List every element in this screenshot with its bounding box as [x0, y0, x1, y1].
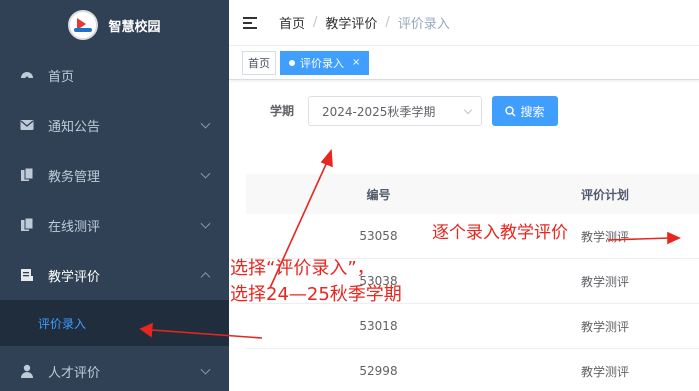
sidebar-item-online-test[interactable]: 在线测评	[0, 200, 229, 250]
sidebar-item-label: 教学评价	[48, 269, 101, 285]
chevron-up-icon	[200, 272, 211, 283]
breadcrumb-separator: /	[313, 15, 318, 30]
cell-id: 52998	[359, 364, 398, 378]
semester-value: 2024-2025秋季学期	[322, 104, 436, 119]
close-icon[interactable]: ×	[352, 57, 360, 68]
app-root: 智慧校园 首页 通知公告 教务管理 在线测评 教学评价 评价录入 人才评价 首页…	[0, 0, 699, 391]
sidebar-item-label: 通知公告	[48, 119, 101, 135]
sidebar-item-label: 在线测评	[48, 219, 101, 235]
brand[interactable]: 智慧校园	[0, 0, 229, 50]
chevron-down-icon	[463, 105, 473, 115]
annotation-select: 选择“评价录入”， 选择24—25秋季学期	[230, 256, 402, 308]
annotation-entry: 逐个录入教学评价	[432, 223, 568, 243]
cell-plan: 教学测评	[580, 364, 629, 379]
chevron-down-icon	[200, 218, 211, 229]
search-button[interactable]: 搜索	[492, 96, 558, 126]
semester-label: 学期	[270, 104, 295, 118]
breadcrumb-teaching-eval[interactable]: 教学评价	[325, 13, 377, 32]
document-icon	[20, 218, 34, 232]
tag-label: 评价录入	[300, 56, 344, 70]
hamburger-icon[interactable]	[243, 16, 259, 30]
table-row[interactable]: 52998 教学测评	[246, 349, 699, 391]
search-icon	[505, 105, 516, 116]
chevron-down-icon	[200, 364, 211, 375]
column-header-id: 编号	[366, 187, 391, 202]
breadcrumb-home[interactable]: 首页	[279, 13, 305, 32]
annotation-line: 选择24—25秋季学期	[230, 284, 402, 305]
sidebar-item-label: 首页	[48, 69, 75, 85]
sidebar-subitem-eval-entry[interactable]: 评价录入	[0, 300, 229, 346]
sidebar-item-academic[interactable]: 教务管理	[0, 150, 229, 200]
tag-home[interactable]: 首页	[242, 50, 276, 75]
chevron-down-icon	[200, 118, 211, 129]
table-row[interactable]: 53018 教学测评	[246, 304, 699, 349]
sidebar-item-talent-eval[interactable]: 人才评价	[0, 346, 229, 391]
cell-plan: 教学测评	[580, 319, 629, 334]
column-header-plan: 评价计划	[580, 187, 629, 202]
school-logo-icon	[68, 10, 99, 40]
mail-icon	[20, 118, 34, 132]
form-icon	[20, 268, 34, 282]
sidebar-item-teaching-eval[interactable]: 教学评价	[0, 250, 229, 300]
sidebar-subitem-label: 评价录入	[38, 316, 87, 331]
tag-label: 首页	[248, 56, 270, 70]
sidebar: 智慧校园 首页 通知公告 教务管理 在线测评 教学评价 评价录入 人才评价	[0, 0, 229, 391]
top-navbar: 首页 / 教学评价 / 评价录入	[229, 0, 699, 46]
sidebar-item-notice[interactable]: 通知公告	[0, 100, 229, 150]
dashboard-icon	[20, 68, 34, 82]
table-header: 编号 评价计划	[246, 174, 699, 214]
user-icon	[20, 364, 34, 378]
sidebar-item-home[interactable]: 首页	[0, 50, 229, 100]
arrow-head	[320, 148, 333, 168]
cell-id: 53018	[359, 319, 398, 333]
cell-plan: 教学测评	[580, 274, 629, 289]
document-icon	[20, 168, 34, 182]
tag-eval-entry[interactable]: 评价录入 ×	[280, 50, 370, 75]
breadcrumb-separator: /	[385, 15, 390, 30]
search-button-label: 搜索	[520, 104, 545, 119]
chevron-down-icon	[200, 168, 211, 179]
breadcrumb-current: 评价录入	[397, 17, 450, 32]
sidebar-item-label: 人才评价	[48, 365, 101, 381]
active-dot-icon	[289, 59, 295, 66]
sidebar-item-label: 教务管理	[48, 169, 101, 185]
annotation-line: 选择“评价录入”，	[230, 258, 375, 279]
brand-title: 智慧校园	[108, 19, 161, 35]
semester-select[interactable]: 2024-2025秋季学期	[308, 96, 482, 126]
tags-view: 首页 评价录入 ×	[229, 46, 699, 80]
